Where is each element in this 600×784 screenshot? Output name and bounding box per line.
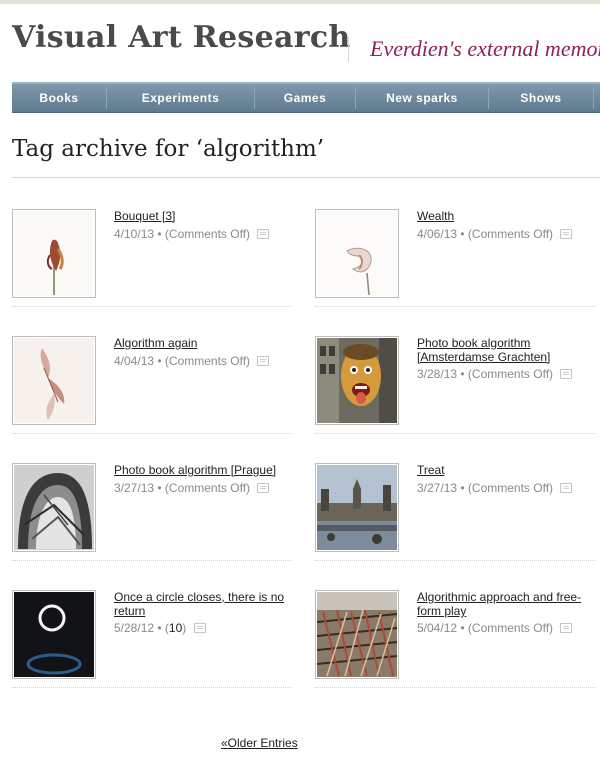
comments-status: (Comments Off) (164, 354, 251, 368)
post-thumbnail[interactable] (315, 463, 399, 552)
post-thumbnail[interactable] (315, 590, 399, 679)
nav-new-sparks[interactable]: New sparks (356, 84, 488, 112)
post-bouquet: Bouquet [3] 4/10/13 • (Comments Off) (12, 209, 292, 329)
post-meta: 3/27/13 • (Comments Off) (114, 481, 270, 495)
post-title[interactable]: Bouquet [3] (114, 209, 292, 223)
post-photo-book-amsterdam: Photo book algorithm [Amsterdamse Gracht… (315, 336, 595, 456)
post-wealth: Wealth 4/06/13 • (Comments Off) (315, 209, 595, 329)
post-title[interactable]: Photo book algorithm [Amsterdamse Gracht… (417, 336, 595, 364)
post-thumbnail[interactable] (12, 209, 96, 298)
post-divider (315, 687, 595, 688)
comments-status: (Comments Off) (467, 481, 554, 495)
post-divider (12, 433, 292, 434)
nav-experiments[interactable]: Experiments (107, 84, 254, 112)
post-meta: 4/06/13 • (Comments Off) (417, 227, 573, 241)
post-algorithm-again: Algorithm again 4/04/13 • (Comments Off) (12, 336, 292, 456)
post-algorithmic-approach: Algorithmic approach and free-form play … (315, 590, 595, 710)
post-date: 3/27/13 (114, 481, 155, 495)
post-meta: 4/10/13 • (Comments Off) (114, 227, 270, 241)
post-divider (12, 687, 292, 688)
comment-count[interactable]: 10 (169, 621, 182, 635)
post-date: 4/06/13 (417, 227, 458, 241)
post-title[interactable]: Algorithmic approach and free-form play (417, 590, 595, 618)
post-photo-book-prague: Photo book algorithm [Prague] 3/27/13 • … (12, 463, 292, 583)
post-title[interactable]: Photo book algorithm [Prague] (114, 463, 292, 477)
comment-icon (560, 623, 573, 633)
comment-icon (257, 229, 270, 239)
main-nav: Books Experiments Games New sparks Shows (12, 82, 600, 113)
comments-status: (Comments Off) (467, 621, 554, 635)
title-divider (348, 36, 349, 62)
post-date: 3/27/13 (417, 481, 458, 495)
post-thumbnail[interactable] (315, 336, 399, 425)
post-title[interactable]: Algorithm again (114, 336, 292, 350)
comment-icon (257, 356, 270, 366)
nav-games[interactable]: Games (255, 84, 355, 112)
nav-books[interactable]: Books (12, 84, 106, 112)
post-divider (12, 306, 292, 307)
top-border (0, 0, 600, 4)
post-thumbnail[interactable] (12, 336, 96, 425)
post-meta: 4/04/13 • (Comments Off) (114, 354, 270, 368)
comment-icon (560, 369, 573, 379)
post-date: 5/04/12 (417, 621, 458, 635)
post-date: 5/28/12 (114, 621, 155, 635)
title-rule (12, 177, 600, 178)
post-date: 4/04/13 (114, 354, 155, 368)
post-divider (315, 560, 595, 561)
post-treat: Treat 3/27/13 • (Comments Off) (315, 463, 595, 583)
post-thumbnail[interactable] (315, 209, 399, 298)
post-meta: 3/27/13 • (Comments Off) (417, 481, 573, 495)
post-meta: 5/04/12 • (Comments Off) (417, 621, 573, 635)
post-circle-closes: Once a circle closes, there is no return… (12, 590, 292, 710)
post-divider (12, 560, 292, 561)
comment-icon (257, 483, 270, 493)
comments-status: (Comments Off) (164, 227, 251, 241)
comments-status: (Comments Off) (467, 367, 554, 381)
nav-shows[interactable]: Shows (489, 84, 593, 112)
comment-icon (560, 483, 573, 493)
comment-icon (560, 229, 573, 239)
comments-status: (Comments Off) (467, 227, 554, 241)
post-thumbnail[interactable] (12, 590, 96, 679)
post-meta: 5/28/12 • (10) (114, 621, 206, 635)
comment-icon (193, 623, 206, 633)
nav-divider (593, 87, 594, 109)
post-title[interactable]: Treat (417, 463, 595, 477)
post-date: 4/10/13 (114, 227, 155, 241)
site-tagline: Everdien's external memory (370, 36, 600, 61)
post-meta: 3/28/13 • (Comments Off) (417, 367, 573, 381)
post-date: 3/28/13 (417, 367, 458, 381)
site-title[interactable]: Visual Art Research (12, 20, 351, 55)
older-entries-link[interactable]: «Older Entries (221, 736, 298, 750)
archive-title: Tag archive for ‘algorithm’ (12, 136, 325, 162)
post-divider (315, 433, 595, 434)
post-title[interactable]: Wealth (417, 209, 595, 223)
post-thumbnail[interactable] (12, 463, 96, 552)
comments-status: (Comments Off) (164, 481, 251, 495)
post-divider (315, 306, 595, 307)
post-title[interactable]: Once a circle closes, there is no return (114, 590, 292, 618)
